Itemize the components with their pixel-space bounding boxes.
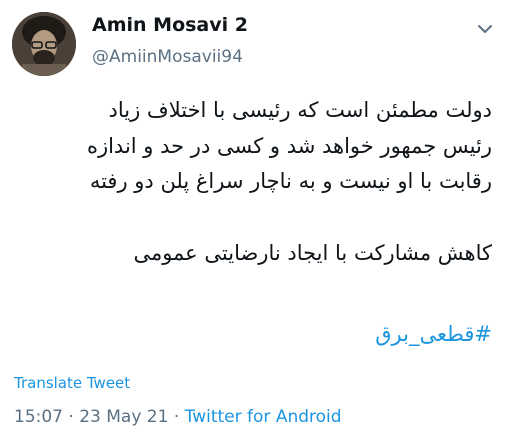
tweet-date[interactable]: 23 May 21 (79, 407, 168, 427)
tweet-text-line: دولت مطمئن است که رئیسی با اختلاف زیاد (108, 98, 492, 122)
meta-separator: · (173, 407, 180, 427)
translate-tweet-link[interactable]: Translate Tweet (14, 374, 130, 392)
tweet-meta: 15:07 · 23 May 21 · Twitter for Android (14, 407, 342, 427)
tweet-text-line: کاهش مشارکت با ایجاد نارضایتی عمومی (133, 240, 492, 265)
chevron-down-icon (478, 25, 492, 33)
tweet-text-line: رقابت با او نیست و به ناچار سراغ پلن دو … (89, 169, 492, 193)
tweet-source-link[interactable]: Twitter for Android (185, 407, 342, 427)
author-handle[interactable]: @AmiinMosavii94 (92, 47, 243, 67)
avatar[interactable] (12, 12, 76, 76)
tweet-text: دولت مطمئن است که رئیسی با اختلاف زیاد ر… (14, 93, 492, 271)
tweet-time[interactable]: 15:07 (14, 407, 63, 427)
hashtag-link[interactable]: #قطعی_برق (375, 322, 492, 346)
tweet-text-line: رئیس جمهور خواهد شد و کسی در حد و اندازه (86, 133, 492, 158)
author-name[interactable]: Amin Mosavi 2 (92, 14, 248, 36)
more-options-button[interactable] (474, 18, 496, 40)
meta-separator: · (68, 407, 74, 427)
